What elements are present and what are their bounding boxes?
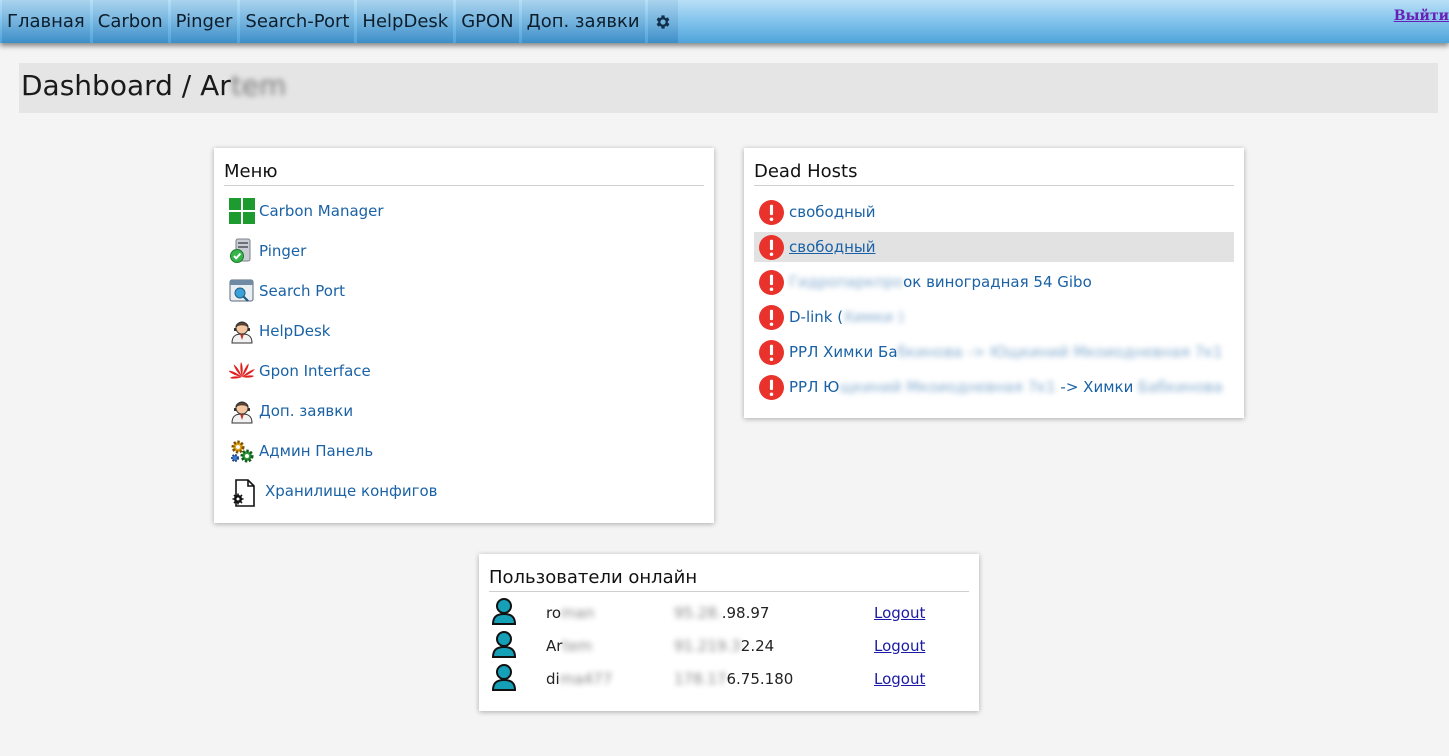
user-name: roman <box>546 603 595 622</box>
menu-item-config-storage[interactable]: Хранилище конфигов <box>229 478 704 518</box>
search-port-icon <box>229 279 254 302</box>
dead-host-link: РРЛ Ющкиний Мкоиодневная 7к1 -> Химки Ба… <box>789 378 1223 396</box>
menu-list: Carbon Manager Pinger Search Port HelpDe… <box>229 198 704 518</box>
user-ip: 178.176.75.180 <box>674 669 794 688</box>
dead-host-link: Гидропаркпроок виноградная 54 Gibo <box>789 273 1092 291</box>
alert-exclamation-icon <box>759 234 784 260</box>
dead-host-link: РРЛ Химки Бабкинова -> Ющкиний Мкоиоднев… <box>789 343 1223 361</box>
nav-item-carbon[interactable]: Carbon <box>92 0 168 43</box>
user-logout-link[interactable]: Logout <box>874 604 925 622</box>
dead-host-link: свободный <box>789 203 876 221</box>
alert-exclamation-icon <box>759 269 784 295</box>
users-online-table: roman 95.28..98.97 Logout Artem 91.219.3… <box>489 596 969 695</box>
page-title-username-blurred: tem <box>230 69 287 102</box>
menu-panel: Меню Carbon Manager Pinger Search Port H… <box>214 148 714 523</box>
nav-item-pinger[interactable]: Pinger <box>170 0 238 43</box>
users-online-panel: Пользователи онлайн roman 95.28..98.97 L… <box>479 554 979 711</box>
menu-item-pinger[interactable]: Pinger <box>229 238 704 278</box>
menu-item-label: HelpDesk <box>259 322 331 340</box>
admin-gears-icon <box>231 440 254 463</box>
user-logout-link[interactable]: Logout <box>874 670 925 688</box>
page-title-text: Dashboard / Ar <box>21 69 231 102</box>
user-ip: 95.28..98.97 <box>674 603 770 622</box>
dead-host-item[interactable]: РРЛ Ющкиний Мкоиодневная 7к1 -> Химки Ба… <box>754 372 1234 402</box>
table-row: roman 95.28..98.97 Logout <box>489 596 969 629</box>
dead-hosts-panel: Dead Hosts свободный свободный Гидропарк… <box>744 148 1244 418</box>
helpdesk-agent-icon <box>231 321 253 344</box>
nav-items: Главная Carbon Pinger Search-Port HelpDe… <box>2 0 681 43</box>
menu-item-gpon-interface[interactable]: Gpon Interface <box>229 358 704 398</box>
user-ip: 91.219.32.24 <box>674 636 775 655</box>
top-navigation-bar: Главная Carbon Pinger Search-Port HelpDe… <box>0 0 1449 43</box>
user-icon <box>491 663 517 691</box>
menu-item-label: Gpon Interface <box>259 362 371 380</box>
gear-icon <box>656 14 669 29</box>
dead-host-item[interactable]: РРЛ Химки Бабкинова -> Ющкиний Мкоиоднев… <box>754 337 1234 367</box>
nav-item-gpon[interactable]: GPON <box>456 0 519 43</box>
menu-item-requests[interactable]: Доп. заявки <box>229 398 704 438</box>
user-icon <box>491 597 517 625</box>
user-name: Artem <box>546 636 593 655</box>
nav-item-search-port[interactable]: Search-Port <box>240 0 355 43</box>
config-file-icon <box>232 479 255 507</box>
alert-exclamation-icon <box>759 304 784 330</box>
dead-host-link: D-link (Химки ) <box>789 308 904 326</box>
huawei-logo-icon <box>229 362 255 379</box>
menu-item-label: Search Port <box>259 282 346 300</box>
logout-link[interactable]: Выйти <box>1394 8 1449 24</box>
table-row: Artem 91.219.32.24 Logout <box>489 629 969 662</box>
menu-item-label: Pinger <box>259 242 307 260</box>
menu-item-label: Хранилище конфигов <box>265 482 438 500</box>
menu-item-search-port[interactable]: Search Port <box>229 278 704 318</box>
menu-item-label: Carbon Manager <box>259 202 384 220</box>
user-icon <box>491 630 517 658</box>
page-header: Dashboard / Artem <box>19 63 1438 113</box>
dead-host-item[interactable]: свободный <box>754 232 1234 262</box>
table-row: dima477 178.176.75.180 Logout <box>489 662 969 695</box>
alert-exclamation-icon <box>759 374 784 400</box>
dead-hosts-list: свободный свободный Гидропаркпроок виног… <box>754 197 1234 402</box>
dead-host-item[interactable]: D-link (Химки ) <box>754 302 1234 332</box>
alert-exclamation-icon <box>759 339 784 365</box>
alert-exclamation-icon <box>759 199 784 225</box>
dead-host-item[interactable]: свободный <box>754 197 1234 227</box>
carbon-grid-icon <box>229 198 255 224</box>
user-name: dima477 <box>546 669 613 688</box>
menu-item-helpdesk[interactable]: HelpDesk <box>229 318 704 358</box>
dead-host-link: свободный <box>789 238 876 256</box>
nav-item-settings[interactable] <box>647 0 678 43</box>
menu-item-label: Админ Панель <box>259 442 374 460</box>
menu-item-admin-panel[interactable]: Админ Панель <box>229 438 704 478</box>
dead-hosts-panel-title: Dead Hosts <box>754 161 1234 186</box>
users-online-panel-title: Пользователи онлайн <box>489 567 969 592</box>
pinger-server-icon <box>230 238 251 263</box>
menu-panel-title: Меню <box>224 161 704 186</box>
nav-item-home[interactable]: Главная <box>2 0 90 43</box>
nav-item-helpdesk[interactable]: HelpDesk <box>357 0 454 43</box>
dead-host-item[interactable]: Гидропаркпроок виноградная 54 Gibo <box>754 267 1234 297</box>
nav-item-requests[interactable]: Доп. заявки <box>521 0 645 43</box>
page-title: Dashboard / Artem <box>21 69 286 102</box>
menu-item-carbon-manager[interactable]: Carbon Manager <box>229 198 704 238</box>
user-logout-link[interactable]: Logout <box>874 637 925 655</box>
requests-agent-icon <box>231 401 253 424</box>
menu-item-label: Доп. заявки <box>259 402 354 420</box>
